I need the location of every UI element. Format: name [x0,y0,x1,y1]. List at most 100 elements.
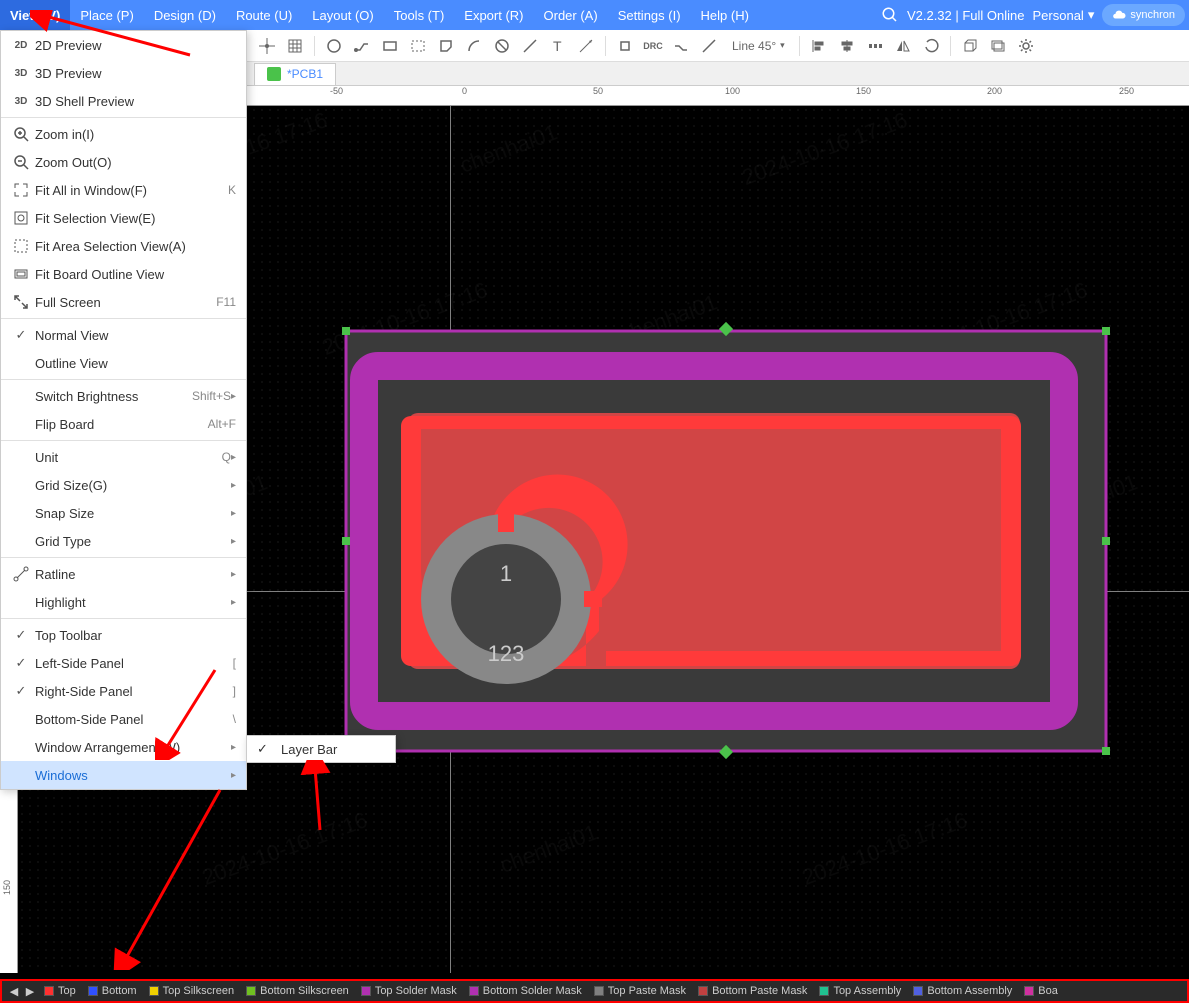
view-menu-outline-view[interactable]: Outline View [1,349,246,377]
account-dropdown[interactable]: Personal ▾ [1033,7,1095,23]
menu-shortcut: ] [233,684,236,698]
layer-next[interactable]: ▶ [22,983,38,999]
tab-pcb1[interactable]: *PCB1 [254,63,336,85]
tool-arc[interactable] [461,33,487,59]
3d-text-icon: 3D [11,68,31,79]
view-menu-full-screen[interactable]: Full ScreenF11 [1,288,246,316]
menu-place[interactable]: Place (P) [70,0,143,30]
tool-snap[interactable] [254,33,280,59]
view-menu-windows[interactable]: Windows▸ [1,761,246,789]
view-menu-window-arrangement-w-[interactable]: Window Arrangement(W)▸ [1,733,246,761]
tool-settings[interactable] [1013,33,1039,59]
view-menu-unit[interactable]: UnitQ▸ [1,443,246,471]
view-menu-fit-selection-view-e-[interactable]: Fit Selection View(E) [1,204,246,232]
view-menu-fit-all-in-window-f-[interactable]: Fit All in Window(F)K [1,176,246,204]
ruler-tick: 150 [2,880,12,895]
tool-rotate[interactable] [918,33,944,59]
menu-item-label: Switch Brightness [35,389,192,404]
menu-separator [1,618,246,619]
tool-track[interactable] [349,33,375,59]
tool-region[interactable] [405,33,431,59]
tool-ban[interactable] [489,33,515,59]
view-menu-top-toolbar[interactable]: ✓Top Toolbar [1,621,246,649]
layer-item-top-paste-mask[interactable]: Top Paste Mask [588,985,692,997]
view-menu-3d-preview[interactable]: 3D3D Preview [1,59,246,87]
tool-circle[interactable] [321,33,347,59]
view-menu-switch-brightness[interactable]: Switch BrightnessShift+S▸ [1,382,246,410]
tool-drc[interactable]: DRC [640,33,666,59]
view-menu-snap-size[interactable]: Snap Size▸ [1,499,246,527]
tool-diff-pair[interactable] [696,33,722,59]
tool-dim[interactable] [573,33,599,59]
view-menu-fit-area-selection-view-a-[interactable]: Fit Area Selection View(A) [1,232,246,260]
layer-swatch [1024,986,1034,996]
menu-route[interactable]: Route (U) [226,0,302,30]
menu-export[interactable]: Export (R) [454,0,533,30]
tool-align-center[interactable] [834,33,860,59]
ruler-tick: -50 [330,86,343,96]
view-menu-zoom-in-i-[interactable]: Zoom in(I) [1,120,246,148]
menu-item-label: 3D Shell Preview [35,94,236,109]
menu-help[interactable]: Help (H) [691,0,759,30]
layer-item-bottom[interactable]: Bottom [82,985,143,997]
tool-align-left[interactable] [806,33,832,59]
view-menu-2d-preview[interactable]: 2D2D Preview [1,31,246,59]
ruler-tick: 200 [987,86,1002,96]
view-menu-normal-view[interactable]: ✓Normal View [1,321,246,349]
view-menu-highlight[interactable]: Highlight▸ [1,588,246,616]
layer-item-top[interactable]: Top [38,985,82,997]
layer-bar: ◀ ▶ TopBottomTop SilkscreenBottom Silksc… [0,979,1189,1003]
view-menu-ratline[interactable]: Ratline▸ [1,560,246,588]
layer-item-boa[interactable]: Boa [1018,985,1064,997]
search-icon[interactable] [881,6,899,24]
view-menu-3d-shell-preview[interactable]: 3D3D Shell Preview [1,87,246,115]
menu-design[interactable]: Design (D) [144,0,226,30]
layer-item-top-silkscreen[interactable]: Top Silkscreen [143,985,241,997]
menu-separator [1,318,246,319]
layer-item-bottom-solder-mask[interactable]: Bottom Solder Mask [463,985,588,997]
menu-item-label: Right-Side Panel [35,684,233,699]
tool-mirror[interactable] [890,33,916,59]
view-menu-fit-board-outline-view[interactable]: Fit Board Outline View [1,260,246,288]
layer-prev[interactable]: ◀ [6,983,22,999]
layer-item-top-solder-mask[interactable]: Top Solder Mask [355,985,463,997]
tool-via[interactable] [612,33,638,59]
view-menu-grid-type[interactable]: Grid Type▸ [1,527,246,555]
tool-grid[interactable] [282,33,308,59]
view-menu-grid-size-g-[interactable]: Grid Size(G)▸ [1,471,246,499]
tool-line[interactable] [517,33,543,59]
layer-item-top-assembly[interactable]: Top Assembly [813,985,907,997]
sync-button[interactable]: synchron [1102,4,1185,26]
tool-distribute[interactable] [862,33,888,59]
windows-submenu: ✓ Layer Bar [246,735,396,763]
2d-text-icon: 2D [11,40,31,51]
menu-view[interactable]: View (V) [0,0,70,30]
view-menu-zoom-out-o-[interactable]: Zoom Out(O) [1,148,246,176]
menu-settings[interactable]: Settings (I) [608,0,691,30]
layer-item-bottom-paste-mask[interactable]: Bottom Paste Mask [692,985,813,997]
menu-layout[interactable]: Layout (O) [302,0,383,30]
line-angle-dropdown[interactable]: Line 45° ▾ [724,39,793,53]
submenu-arrow-icon: ▸ [231,742,236,753]
pcb-component[interactable]: 1 123 [336,321,1116,761]
view-menu-bottom-side-panel[interactable]: Bottom-Side Panel\ [1,705,246,733]
layer-item-bottom-assembly[interactable]: Bottom Assembly [907,985,1018,997]
tool-rect[interactable] [377,33,403,59]
tool-3d[interactable] [957,33,983,59]
tool-text[interactable]: T [545,33,571,59]
view-menu-left-side-panel[interactable]: ✓Left-Side Panel[ [1,649,246,677]
view-menu-flip-board[interactable]: Flip BoardAlt+F [1,410,246,438]
tool-poly[interactable] [433,33,459,59]
tool-layer[interactable] [985,33,1011,59]
menu-item-label: Ratline [35,567,231,582]
menu-item-label: Highlight [35,595,231,610]
view-menu-right-side-panel[interactable]: ✓Right-Side Panel] [1,677,246,705]
menu-separator [1,557,246,558]
menu-shortcut: [ [233,656,236,670]
layer-item-bottom-silkscreen[interactable]: Bottom Silkscreen [240,985,355,997]
menu-order[interactable]: Order (A) [534,0,608,30]
tool-route-track[interactable] [668,33,694,59]
check-icon: ✓ [11,627,31,643]
submenu-layer-bar[interactable]: ✓ Layer Bar [247,736,395,762]
menu-tools[interactable]: Tools (T) [384,0,455,30]
